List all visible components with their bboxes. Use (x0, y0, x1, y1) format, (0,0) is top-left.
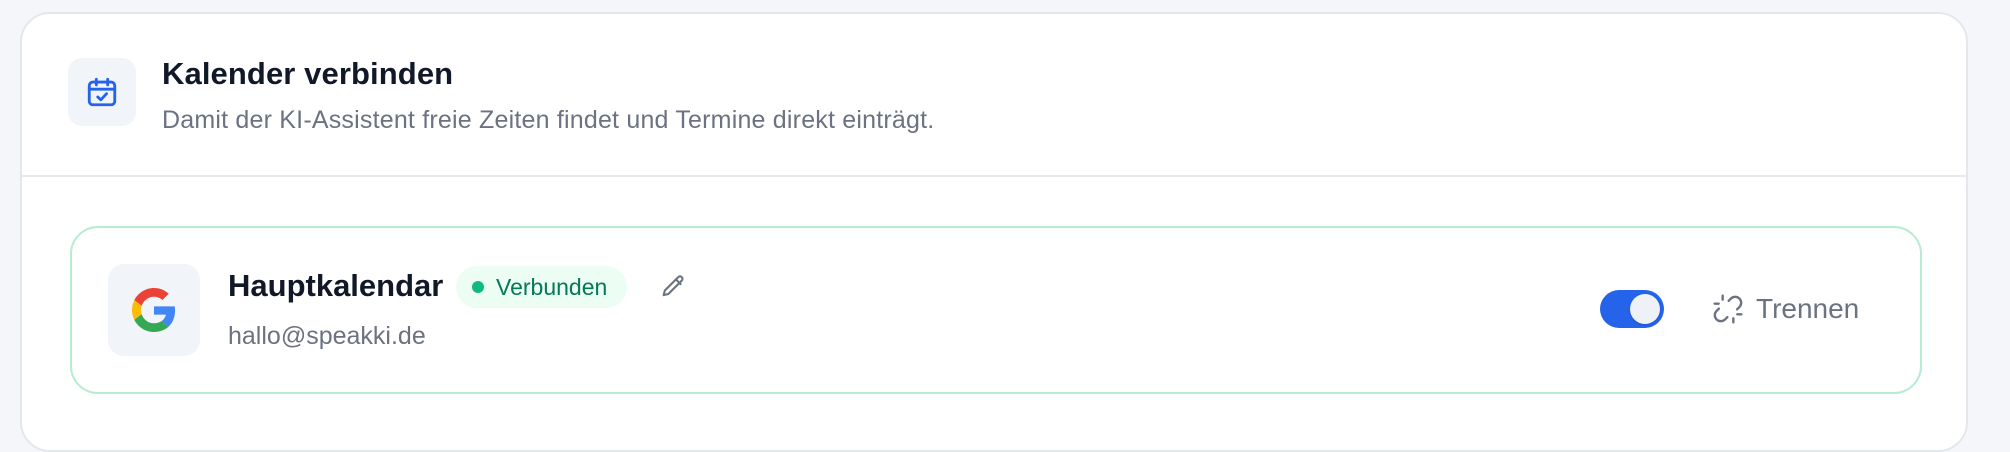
status-label: Verbunden (496, 273, 608, 300)
status-badge: Verbunden (456, 266, 628, 308)
disconnect-button[interactable]: Trennen (1712, 284, 1859, 334)
unlink-icon (1713, 294, 1743, 324)
calendar-name: Hauptkalendar (228, 268, 444, 303)
card-header: Kalender verbinden Damit der KI-Assisten… (22, 14, 1966, 177)
disconnect-label: Trennen (1756, 293, 1860, 324)
calendar-check-icon (68, 58, 136, 126)
pencil-icon (662, 275, 684, 297)
page-title: Kalender verbinden (162, 56, 454, 91)
calendar-connection-item: Hauptkalendar Verbunden hallo@speakki.de (70, 226, 1922, 394)
page-description: Damit der KI-Assistent freie Zeiten find… (162, 106, 935, 134)
edit-name-button[interactable] (654, 268, 692, 306)
toggle-knob (1630, 294, 1660, 324)
calendar-enabled-toggle[interactable] (1600, 290, 1664, 328)
google-icon (108, 264, 200, 356)
status-dot-icon (472, 281, 484, 293)
calendar-connect-card: Kalender verbinden Damit der KI-Assisten… (20, 12, 1968, 452)
calendar-email: hallo@speakki.de (228, 322, 426, 350)
